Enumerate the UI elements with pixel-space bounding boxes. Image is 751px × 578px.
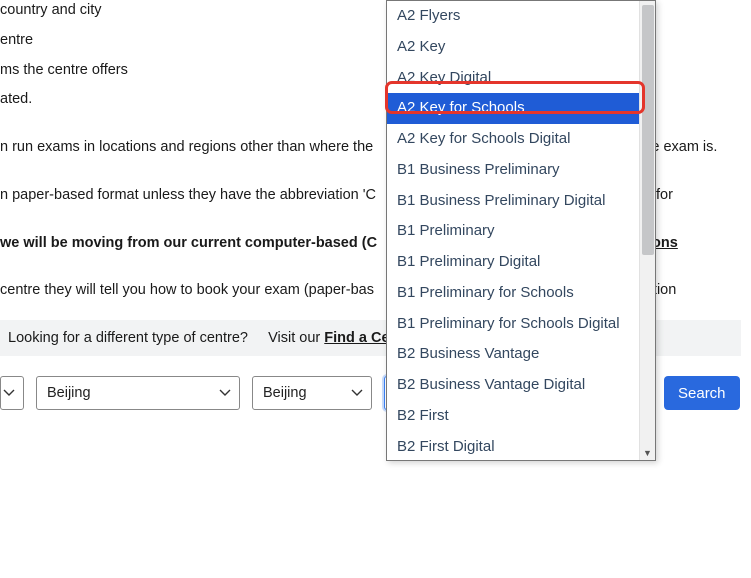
exam-dropdown-list[interactable]: A2 FlyersA2 KeyA2 Key DigitalA2 Key for … — [386, 0, 656, 461]
exam-option[interactable]: A2 Key — [387, 32, 655, 63]
exam-option[interactable]: B2 First — [387, 401, 655, 432]
select-region[interactable]: Beijing — [36, 376, 240, 410]
search-button[interactable]: Search — [664, 376, 740, 410]
exam-option[interactable]: B2 Business Vantage — [387, 339, 655, 370]
exam-option[interactable]: A2 Flyers — [387, 1, 655, 32]
select-city[interactable]: Beijing — [252, 376, 372, 410]
exam-option[interactable]: B1 Business Preliminary Digital — [387, 186, 655, 217]
exam-option[interactable]: B1 Preliminary — [387, 216, 655, 247]
link-find-centre[interactable]: Find a Ce — [324, 330, 389, 346]
exam-option[interactable]: B2 First Digital — [387, 432, 655, 462]
select-country[interactable] — [0, 376, 24, 410]
exam-option[interactable]: A2 Key for Schools — [387, 93, 655, 124]
exam-option[interactable]: A2 Key Digital — [387, 63, 655, 94]
exam-option[interactable]: B1 Preliminary for Schools Digital — [387, 309, 655, 340]
exam-option[interactable]: B1 Preliminary for Schools — [387, 278, 655, 309]
scroll-down-icon[interactable]: ▼ — [640, 446, 655, 460]
exam-option[interactable]: A2 Key for Schools Digital — [387, 124, 655, 155]
exam-option[interactable]: B1 Business Preliminary — [387, 155, 655, 186]
scrollbar-thumb[interactable] — [642, 5, 654, 255]
dropdown-scrollbar[interactable]: ▼ — [639, 1, 655, 460]
exam-option[interactable]: B1 Preliminary Digital — [387, 247, 655, 278]
exam-option[interactable]: B2 Business Vantage Digital — [387, 370, 655, 401]
